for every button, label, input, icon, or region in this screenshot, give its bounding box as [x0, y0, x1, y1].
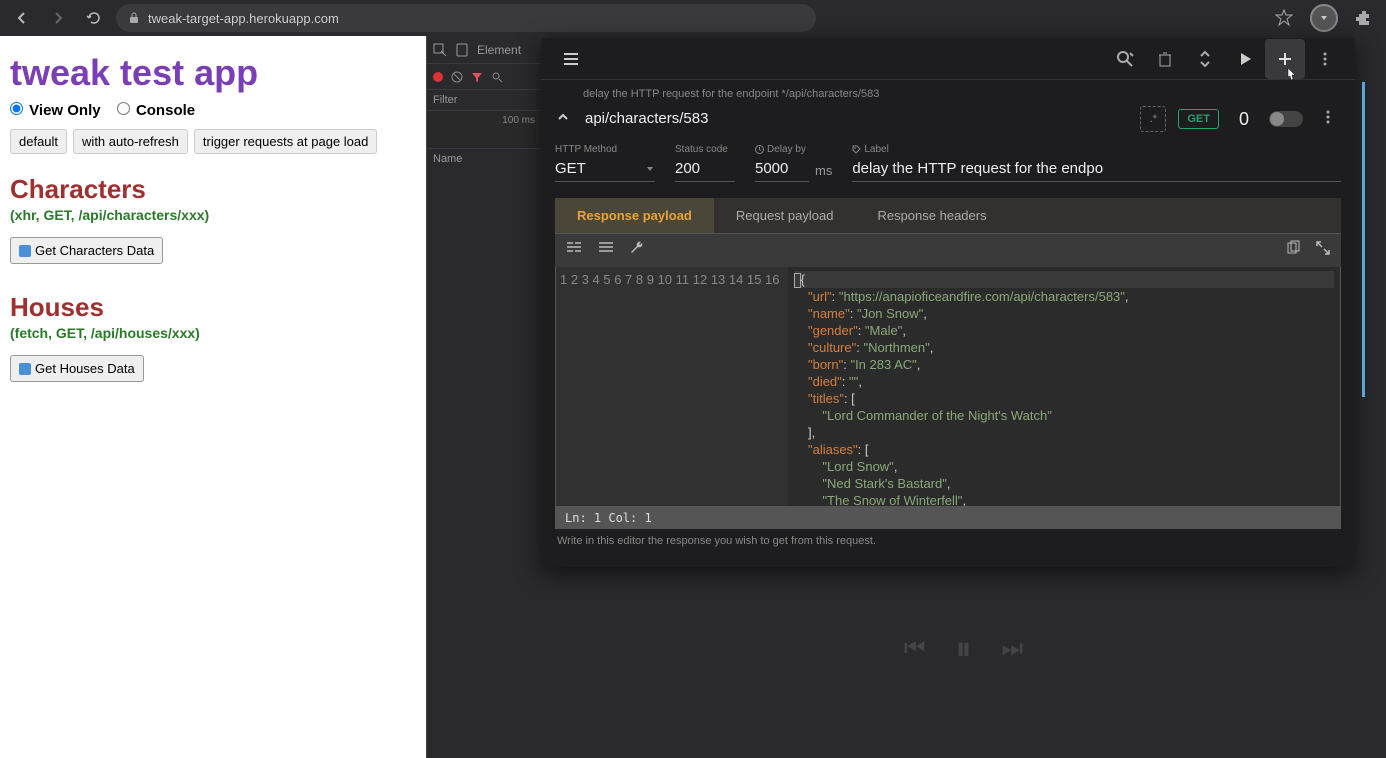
characters-heading: Characters [10, 174, 416, 205]
url-text: tweak-target-app.herokuapp.com [148, 11, 339, 26]
clear-icon[interactable] [451, 71, 463, 83]
radio-console[interactable]: Console [117, 102, 195, 119]
tweak-extension-panel: delay the HTTP request for the endpoint … [541, 38, 1355, 567]
name-column: Name [427, 149, 541, 169]
auto-refresh-button[interactable]: with auto-refresh [73, 129, 188, 154]
reload-button[interactable] [80, 4, 108, 32]
label-label: Label [852, 144, 1341, 155]
status-input[interactable] [675, 158, 735, 182]
add-rule-button[interactable] [1265, 39, 1305, 79]
tab-request-payload[interactable]: Request payload [714, 198, 856, 233]
delay-unit: ms [815, 163, 832, 182]
line-gutter: 1 2 3 4 5 6 7 8 9 10 11 12 13 14 15 16 [556, 267, 788, 506]
radio-view-only[interactable]: View Only [10, 102, 101, 119]
device-icon[interactable] [455, 43, 469, 57]
square-icon [19, 363, 31, 375]
hit-count: 0 [1239, 109, 1249, 130]
record-icon[interactable] [433, 72, 443, 82]
tab-response-headers[interactable]: Response headers [855, 198, 1008, 233]
delay-input[interactable] [755, 158, 809, 182]
trigger-requests-button[interactable]: trigger requests at page load [194, 129, 378, 154]
rule-description: delay the HTTP request for the endpoint … [583, 88, 879, 100]
editor-status-bar: Ln: 1 Col: 1 [555, 507, 1341, 529]
play-icon[interactable] [1225, 39, 1265, 79]
collapse-icon[interactable] [1185, 39, 1225, 79]
filter-icon[interactable] [471, 71, 483, 83]
devtools-panel: Element Filter 100 ms Name [426, 36, 541, 758]
star-icon[interactable] [1270, 4, 1298, 32]
active-indicator [1362, 82, 1365, 397]
cursor-icon [1283, 67, 1299, 85]
page-content: tweak test app View Only Console default… [0, 36, 426, 758]
chevron-down-icon[interactable] [555, 109, 571, 130]
more-icon[interactable] [1305, 39, 1345, 79]
characters-subheading: (xhr, GET, /api/characters/xxx) [10, 207, 416, 223]
method-select[interactable]: GET [555, 158, 655, 182]
get-characters-button[interactable]: Get Characters Data [10, 237, 163, 264]
search-icon[interactable] [491, 71, 503, 83]
rule-more-icon[interactable] [1315, 108, 1341, 131]
method-badge: GET [1178, 109, 1219, 129]
default-button[interactable]: default [10, 129, 67, 154]
back-button[interactable] [8, 4, 36, 32]
menu-icon[interactable] [551, 39, 591, 79]
editor-hint: Write in this editor the response you wi… [555, 529, 1341, 553]
status-label: Status code [675, 144, 735, 155]
media-controls-ghost: ⏮⏸⏭ [904, 630, 1023, 668]
minify-icon[interactable] [597, 240, 615, 261]
extensions-icon[interactable] [1350, 4, 1378, 32]
browser-toolbar: tweak-target-app.herokuapp.com [0, 0, 1386, 36]
page-title: tweak test app [10, 52, 416, 94]
houses-subheading: (fetch, GET, /api/houses/xxx) [10, 325, 416, 341]
method-label: HTTP Method [555, 144, 655, 155]
clock-icon [755, 145, 764, 154]
profile-avatar[interactable] [1310, 4, 1338, 32]
regex-toggle[interactable]: .* [1140, 106, 1166, 132]
houses-heading: Houses [10, 292, 416, 323]
timeline[interactable]: 100 ms [427, 111, 541, 149]
label-input[interactable] [852, 158, 1341, 182]
delay-label: Delay by [755, 144, 832, 155]
chevron-down-icon [645, 164, 655, 174]
get-houses-button[interactable]: Get Houses Data [10, 355, 144, 382]
address-bar[interactable]: tweak-target-app.herokuapp.com [116, 4, 816, 32]
square-icon [19, 245, 31, 257]
inspect-icon[interactable] [433, 43, 447, 57]
tab-response-payload[interactable]: Response payload [555, 198, 714, 233]
tag-icon [852, 145, 861, 154]
format-icon[interactable] [565, 240, 583, 261]
search-rules-icon[interactable] [1105, 39, 1145, 79]
forward-button[interactable] [44, 4, 72, 32]
delete-icon[interactable] [1145, 39, 1185, 79]
filter-label[interactable]: Filter [427, 90, 541, 111]
enable-toggle[interactable] [1269, 111, 1303, 127]
copy-icon[interactable] [1285, 240, 1301, 261]
code-content[interactable]: { "url": "https://anapioficeandfire.com/… [788, 267, 1340, 506]
url-input[interactable] [583, 104, 1128, 134]
elements-tab[interactable]: Element [477, 43, 521, 57]
expand-icon[interactable] [1315, 240, 1331, 261]
wrench-icon[interactable] [629, 240, 645, 261]
json-editor[interactable]: 1 2 3 4 5 6 7 8 9 10 11 12 13 14 15 16 {… [555, 267, 1341, 507]
lock-icon [128, 12, 140, 24]
